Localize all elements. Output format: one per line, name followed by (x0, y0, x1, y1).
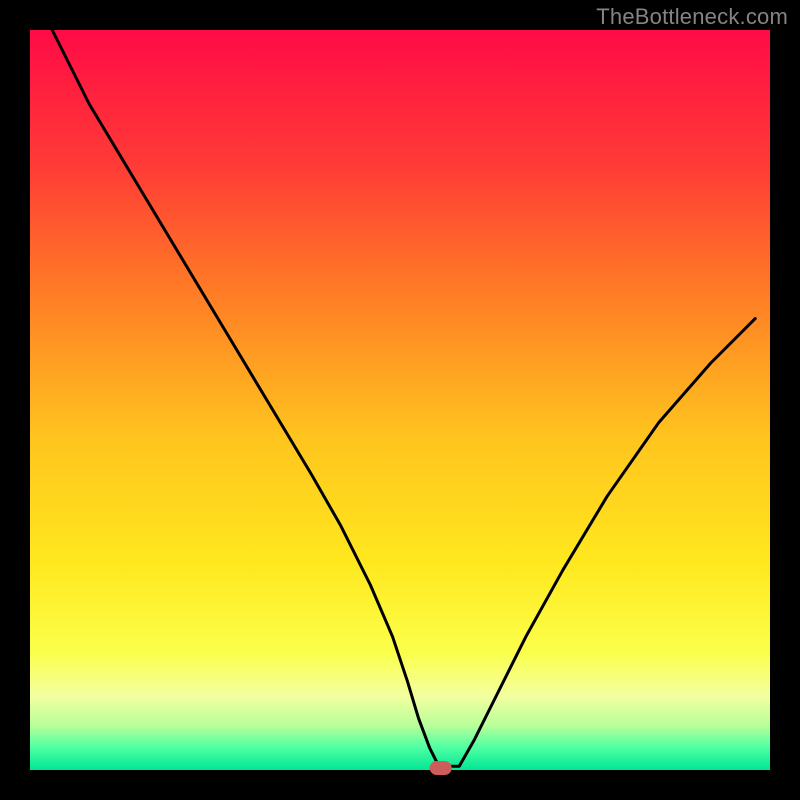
watermark-text: TheBottleneck.com (596, 4, 788, 30)
bottleneck-chart (0, 0, 800, 800)
optimal-point-marker (430, 761, 452, 775)
chart-frame: TheBottleneck.com (0, 0, 800, 800)
